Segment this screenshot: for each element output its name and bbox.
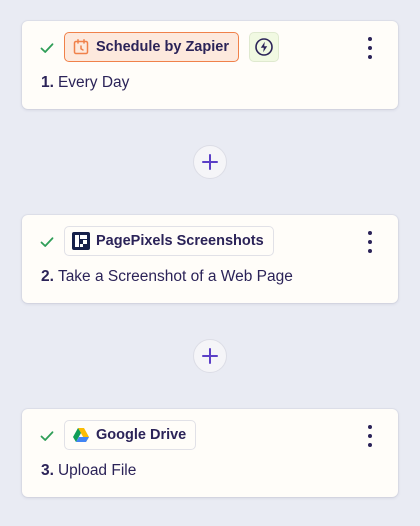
check-icon	[40, 431, 54, 441]
bolt-chip[interactable]	[249, 32, 279, 62]
app-chip-pagepixels[interactable]: PagePixels Screenshots	[64, 226, 274, 256]
pagepixels-logo-icon	[72, 232, 90, 250]
step-card-2[interactable]: PagePixels Screenshots 2. Take a Screensh…	[22, 215, 398, 303]
step-title-text: Take a Screenshot of a Web Page	[57, 268, 293, 285]
step-number: 3.	[41, 462, 54, 479]
calendar-clock-icon	[73, 39, 89, 55]
app-chip-google-drive[interactable]: Google Drive	[64, 420, 197, 450]
app-chip-schedule[interactable]: Schedule by Zapier	[64, 32, 239, 62]
add-step-button[interactable]	[193, 339, 227, 373]
step-number: 1.	[41, 74, 54, 91]
more-options-icon[interactable]	[360, 425, 380, 447]
step-title: 1. Every Day	[41, 74, 129, 92]
step-number: 2.	[41, 268, 54, 285]
step-card-3[interactable]: Google Drive 3. Upload File	[22, 409, 398, 497]
plus-icon	[202, 154, 218, 170]
app-name: Schedule by Zapier	[96, 39, 229, 55]
step-title: 3. Upload File	[41, 462, 136, 480]
check-icon	[40, 237, 54, 247]
app-name: PagePixels Screenshots	[96, 233, 264, 249]
more-options-icon[interactable]	[360, 231, 380, 253]
app-name: Google Drive	[96, 427, 187, 443]
add-step-button[interactable]	[193, 145, 227, 179]
plus-icon	[202, 348, 218, 364]
step-title: 2. Take a Screenshot of a Web Page	[41, 268, 293, 286]
check-icon	[40, 43, 54, 53]
step-title-text: Every Day	[57, 74, 130, 91]
step-card-1[interactable]: Schedule by Zapier 1. Every Day	[22, 21, 398, 109]
google-drive-icon	[73, 428, 89, 442]
lightning-icon	[255, 38, 273, 56]
step-title-text: Upload File	[57, 462, 137, 479]
more-options-icon[interactable]	[360, 37, 380, 59]
